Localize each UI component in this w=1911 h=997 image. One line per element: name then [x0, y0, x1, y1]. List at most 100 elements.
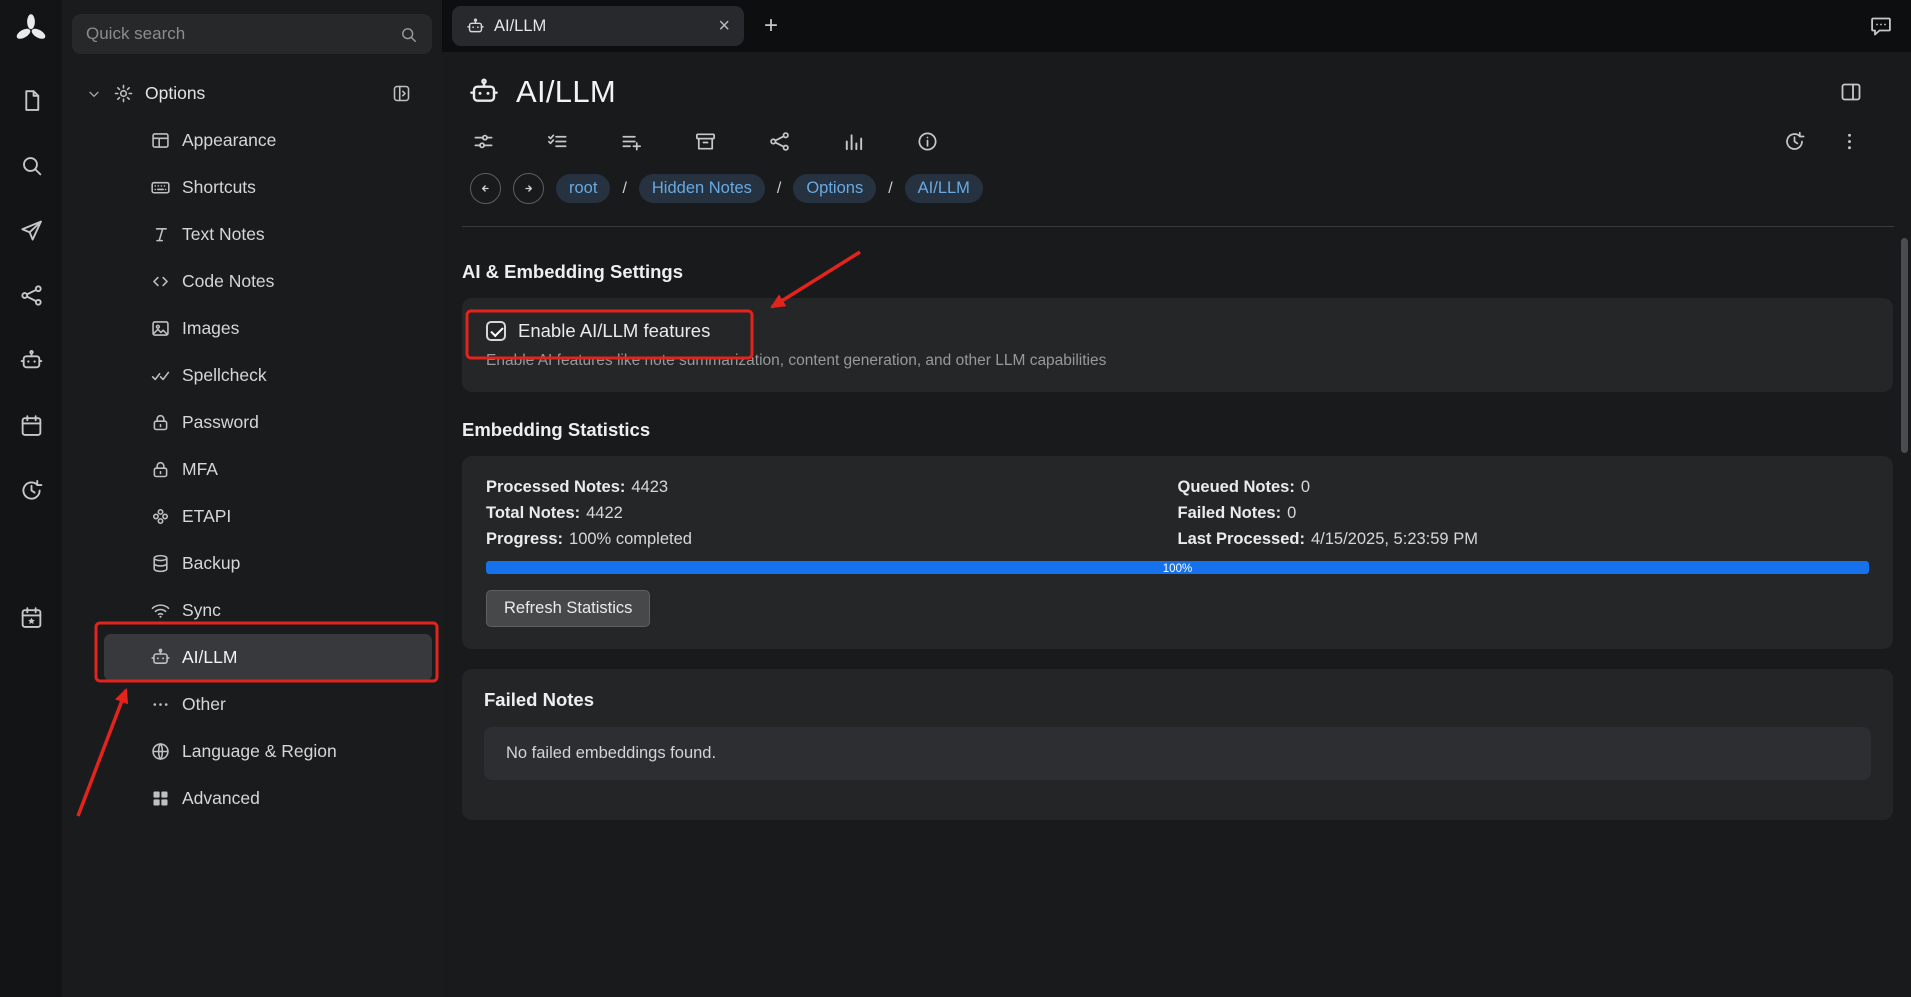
ribbon-note-paths[interactable] [694, 130, 717, 153]
sidebar-item-code-notes[interactable]: Code Notes [62, 258, 442, 305]
search-icon [19, 153, 44, 178]
tree-item-label: Advanced [182, 788, 260, 809]
chat-icon [1869, 14, 1893, 38]
launcher-jump-to-note[interactable] [19, 218, 44, 243]
sidebar-item-sync[interactable]: Sync [62, 587, 442, 634]
tree-actions-button[interactable] [391, 83, 412, 104]
sidebar-item-other[interactable]: Other [62, 681, 442, 728]
ribbon-similar-notes[interactable] [842, 130, 865, 153]
refresh-statistics-button[interactable]: Refresh Statistics [486, 590, 650, 627]
section-heading-embedding-statistics: Embedding Statistics [462, 419, 1893, 441]
tree-item-label: Shortcuts [182, 177, 256, 198]
navigate-back-button[interactable] [470, 173, 501, 204]
breadcrumb-options[interactable]: Options [793, 174, 876, 203]
calendar-icon [19, 413, 44, 438]
breadcrumb-separator: / [777, 180, 781, 198]
kebab-menu-icon [1838, 130, 1861, 153]
sidebar-item-etapi[interactable]: ETAPI [62, 493, 442, 540]
tab-label: AI/LLM [494, 17, 546, 36]
enable-ai-checkbox[interactable] [486, 321, 506, 341]
tree-item-label: MFA [182, 459, 218, 480]
robot-icon [19, 348, 44, 373]
ribbon-basic-properties[interactable] [472, 130, 495, 153]
robot-icon [468, 76, 500, 108]
history-icon [19, 478, 44, 503]
extension-icon [150, 506, 171, 527]
tab-ai-llm[interactable]: AI/LLM × [452, 6, 744, 46]
navigate-forward-button[interactable] [513, 173, 544, 204]
new-tab-button[interactable]: + [764, 12, 778, 40]
keyboard-icon [150, 177, 171, 198]
note-map-icon [768, 130, 791, 153]
info-icon [916, 130, 939, 153]
robot-icon [150, 647, 171, 668]
scrollbar-thumb[interactable] [1901, 238, 1908, 453]
sidebar-item-password[interactable]: Password [62, 399, 442, 446]
sidebar-item-shortcuts[interactable]: Shortcuts [62, 164, 442, 211]
send-icon [19, 218, 44, 243]
robot-icon [466, 17, 485, 36]
quick-search-input[interactable] [86, 24, 399, 44]
code-icon [150, 271, 171, 292]
layout-icon [150, 130, 171, 151]
ribbon-owned-attributes[interactable] [546, 130, 569, 153]
list-check-icon [546, 130, 569, 153]
ribbon-inherited-attributes[interactable] [620, 130, 643, 153]
gear-icon [113, 83, 134, 104]
tab-close-icon[interactable]: × [718, 16, 730, 36]
ribbon-note-map[interactable] [768, 130, 791, 153]
note-tree-sidebar: Options Appearance Shortcuts Text Notes … [62, 0, 442, 997]
section-heading-ai-settings: AI & Embedding Settings [462, 261, 1893, 283]
sidebar-item-text-notes[interactable]: Text Notes [62, 211, 442, 258]
note-actions-menu[interactable] [1838, 130, 1861, 153]
search-icon[interactable] [399, 25, 418, 44]
progress-label: 100% [1163, 563, 1192, 575]
sidebar-item-appearance[interactable]: Appearance [62, 117, 442, 164]
sliders-icon [472, 130, 495, 153]
sidebar-item-mfa[interactable]: MFA [62, 446, 442, 493]
stat-last-processed: Last Processed:4/15/2025, 5:23:59 PM [1178, 530, 1870, 549]
sidebar-item-options[interactable]: Options [62, 70, 442, 117]
tree-item-label: AI/LLM [182, 647, 237, 668]
launcher-new-note[interactable] [19, 88, 44, 113]
sidebar-item-ai-llm[interactable]: AI/LLM [104, 634, 432, 681]
chevron-down-icon[interactable] [86, 86, 102, 102]
breadcrumb-root[interactable]: root [556, 174, 610, 203]
note-title[interactable]: AI/LLM [516, 74, 616, 110]
spellcheck-icon [150, 365, 171, 386]
enable-ai-checkbox-row[interactable]: Enable AI/LLM features [486, 320, 710, 342]
tree-item-label: Spellcheck [182, 365, 267, 386]
embedding-statistics-card: Processed Notes:4423 Queued Notes:0 Tota… [462, 456, 1893, 649]
launcher-ai-chat[interactable] [19, 348, 44, 373]
statistics-grid: Processed Notes:4423 Queued Notes:0 Tota… [486, 478, 1869, 549]
section-heading-failed-notes: Failed Notes [484, 689, 1871, 711]
note-revisions-button[interactable] [1783, 130, 1806, 153]
tree-item-label: Code Notes [182, 271, 274, 292]
enable-ai-description: Enable AI features like note summarizati… [486, 352, 1869, 370]
sidebar-item-advanced[interactable]: Advanced [62, 775, 442, 822]
panel-icon [391, 83, 412, 104]
ribbon-note-info[interactable] [916, 130, 939, 153]
stat-failed-notes: Failed Notes:0 [1178, 504, 1870, 523]
sidebar-item-backup[interactable]: Backup [62, 540, 442, 587]
tree-item-label: Backup [182, 553, 240, 574]
sidebar-item-spellcheck[interactable]: Spellcheck [62, 352, 442, 399]
launcher-search[interactable] [19, 153, 44, 178]
launcher-note-map[interactable] [19, 283, 44, 308]
launcher-calendar[interactable] [19, 413, 44, 438]
sidebar-item-images[interactable]: Images [62, 305, 442, 352]
stat-total-notes: Total Notes:4422 [486, 504, 1178, 523]
breadcrumb-ai-llm[interactable]: AI/LLM [905, 174, 983, 203]
launcher-recent-changes[interactable] [19, 478, 44, 503]
tree-item-label: Password [182, 412, 259, 433]
trilium-logo-icon [13, 12, 49, 48]
launcher-today-journal[interactable] [19, 605, 44, 630]
breadcrumb-hidden-notes[interactable]: Hidden Notes [639, 174, 765, 203]
enable-ai-label[interactable]: Enable AI/LLM features [518, 320, 710, 342]
app-window: Options Appearance Shortcuts Text Notes … [0, 0, 1911, 997]
sidebar-item-language-region[interactable]: Language & Region [62, 728, 442, 775]
bar-chart-icon [842, 130, 865, 153]
note-icon-button[interactable] [468, 76, 500, 108]
chat-button[interactable] [1869, 14, 1893, 38]
create-split-button[interactable] [1839, 80, 1863, 104]
